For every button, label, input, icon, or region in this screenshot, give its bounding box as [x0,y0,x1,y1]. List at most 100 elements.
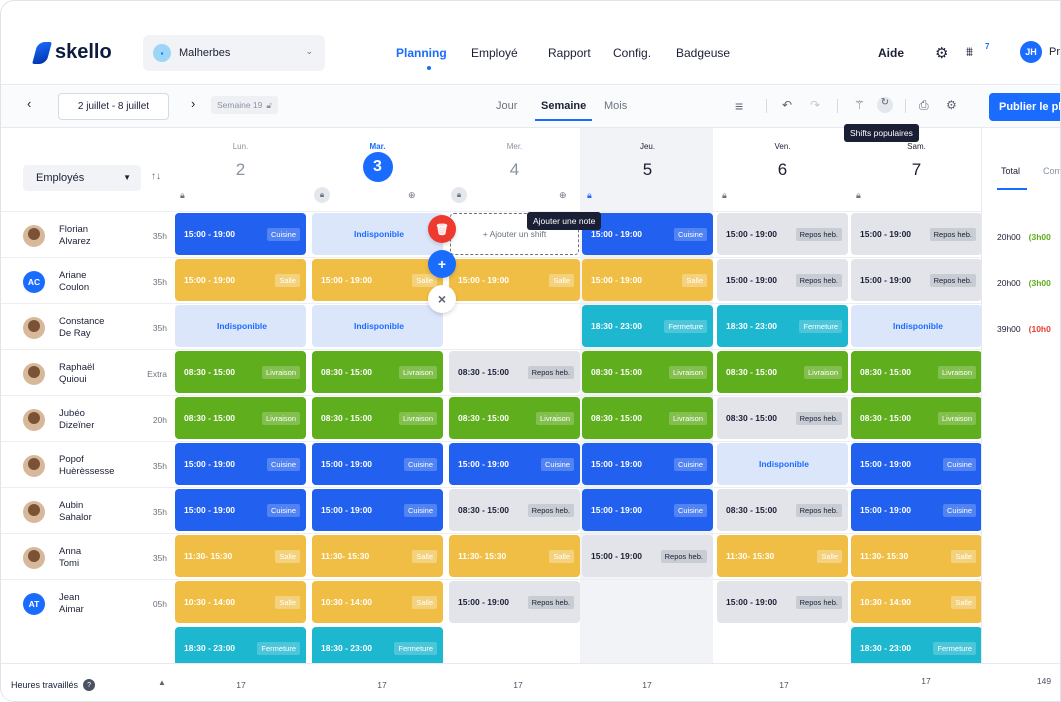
next-week-chevron-icon[interactable]: › [191,96,195,111]
shift-card[interactable]: 15:00 - 19:00 Salle [582,259,713,301]
user-name[interactable]: Pr [1049,46,1060,58]
employee-row[interactable]: Constance De Ray 35h [1,305,173,351]
shift-card[interactable]: 15:00 - 19:00 Cuisine [175,213,306,255]
help-link[interactable]: Aide [878,46,904,60]
employee-row[interactable]: Anna Tomi 35h [1,535,173,581]
shift-card[interactable]: 15:00 - 19:00 Salle [449,259,580,301]
shift-card[interactable]: 10:30 - 14:00 Salle [175,581,306,623]
shift-card[interactable]: 15:00 - 19:00 Cuisine [312,489,443,531]
shift-card[interactable]: 15:00 - 19:00 Repos heb. [851,259,982,301]
shift-card[interactable]: 15:00 - 19:00 Repos heb. [582,535,713,577]
shift-card[interactable]: 08:30 - 15:00 Livraison [717,351,848,393]
shift-card[interactable]: 08:30 - 15:00 Livraison [851,351,982,393]
shift-card[interactable]: 18:30 - 23:00 Fermeture [717,305,848,347]
shift-card[interactable]: 15:00 - 19:00 Cuisine [851,489,982,531]
shift-card[interactable]: 08:30 - 15:00 Livraison [312,397,443,439]
view-semaine[interactable]: Semaine [541,100,586,112]
publish-button[interactable]: Publier le pla [989,93,1060,121]
shift-card[interactable]: 08:30 - 15:00 Repos heb. [449,351,580,393]
shift-card[interactable]: 11:30- 15:30 Salle [312,535,443,577]
employee-row[interactable]: AC Ariane Coulon 35h [1,259,173,305]
undo-icon[interactable]: ↶ [782,98,792,112]
day-lock-icon[interactable]: 🔒︎ [314,187,330,203]
unavailable-cell[interactable]: Indisponible [717,443,848,485]
previous-week-chevron-icon[interactable]: ‹ [27,96,31,111]
print-icon[interactable]: ⎙ [919,98,929,113]
day-lock-icon[interactable]: 🔒︎ [856,190,861,201]
shift-card[interactable]: 10:30 - 14:00 Salle [312,581,443,623]
shift-card[interactable]: 11:30- 15:30 Salle [717,535,848,577]
toolbar-settings-icon[interactable]: ⚙ [946,98,957,112]
shift-card[interactable]: 15:00 - 19:00 Repos heb. [717,259,848,301]
close-icon[interactable]: × [428,285,456,313]
employee-row[interactable]: Aubin Sahalor 35h [1,489,173,535]
view-mois[interactable]: Mois [604,100,627,112]
day-lock-icon[interactable]: 🔒︎ [722,190,727,201]
popular-shifts-icon[interactable]: ↻ [877,97,893,113]
shift-card[interactable]: 08:30 - 15:00 Livraison [851,397,982,439]
tab-com[interactable]: Com [1043,166,1060,176]
view-jour[interactable]: Jour [496,100,517,112]
employee-row[interactable]: Jubéo Dizeïner 20h [1,397,173,443]
employee-row[interactable]: Raphaël Quioui Extra [1,351,173,397]
shift-card[interactable]: 08:30 - 15:00 Livraison [582,397,713,439]
employee-row[interactable]: AT Jean Aimar 05h [1,581,173,627]
employee-row[interactable]: Florian Alvarez 35h [1,213,173,259]
shift-card[interactable]: 08:30 - 15:00 Livraison [449,397,580,439]
shift-card[interactable]: 11:30- 15:30 Salle [175,535,306,577]
notifications-icon[interactable]: ⩩ [966,44,973,60]
shift-card[interactable]: 08:30 - 15:00 Livraison [175,351,306,393]
unavailable-cell[interactable]: Indisponible [312,213,443,255]
shift-card[interactable]: 15:00 - 19:00 Cuisine [312,443,443,485]
shift-card[interactable]: 08:30 - 15:00 Repos heb. [717,489,848,531]
unavailable-cell[interactable]: Indisponible [312,305,443,347]
shift-card[interactable]: 10:30 - 14:00 Salle [851,581,982,623]
filter-icon[interactable]: ≡ [735,98,743,114]
shift-card[interactable]: 15:00 - 19:00 Cuisine [582,489,713,531]
shift-card[interactable]: 08:30 - 15:00 Livraison [582,351,713,393]
day-header[interactable]: Jeu. 5 [582,128,713,208]
shift-card[interactable]: 08:30 - 15:00 Repos heb. [449,489,580,531]
shift-card[interactable]: 15:00 - 19:00 Repos heb. [717,213,848,255]
day-lock-icon[interactable]: 🔒︎ [451,187,467,203]
shift-card[interactable]: 15:00 - 19:00 Cuisine [175,489,306,531]
shift-card[interactable]: 15:00 - 19:00 Cuisine [175,443,306,485]
shift-card[interactable]: 15:00 - 19:00 Salle [175,259,306,301]
shift-card[interactable]: 15:00 - 19:00 Cuisine [582,213,713,255]
nav-config[interactable]: Config. [613,46,651,60]
add-plus-icon[interactable]: + [428,250,456,278]
tab-total[interactable]: Total [1001,166,1020,176]
shift-card[interactable]: 15:00 - 19:00 Repos heb. [851,213,982,255]
day-lock-icon[interactable]: 🔒︎ [587,190,592,201]
add-note-icon[interactable]: ⊕ [559,190,567,201]
shift-card[interactable]: 08:30 - 15:00 Repos heb. [717,397,848,439]
date-range-picker[interactable]: 2 juillet - 8 juillet [58,93,169,120]
shift-card[interactable]: 18:30 - 23:00 Fermeture [582,305,713,347]
nav-planning[interactable]: Planning [396,46,447,60]
help-icon[interactable]: ? [83,679,96,691]
unavailable-cell[interactable]: Indisponible [851,305,982,347]
shift-card[interactable]: 15:00 - 19:00 Salle [312,259,443,301]
nav-rapport[interactable]: Rapport [548,46,591,60]
settings-gear-icon[interactable]: ⚙ [935,44,948,62]
sort-icon[interactable]: ↑↓ [151,171,161,182]
shift-card[interactable]: 15:00 - 19:00 Repos heb. [449,581,580,623]
brand-logo[interactable]: skello [32,41,112,64]
magic-wand-icon[interactable]: ⚚ [854,98,865,112]
nav-badgeuse[interactable]: Badgeuse [676,46,730,60]
venue-selector[interactable]: ▪ Malherbes ⌄ [143,35,325,71]
day-lock-icon[interactable]: 🔒︎ [180,190,185,201]
shift-card[interactable]: 15:00 - 19:00 Cuisine [582,443,713,485]
shift-card[interactable]: 15:00 - 19:00 Cuisine [449,443,580,485]
shift-card[interactable]: 15:00 - 19:00 Cuisine [851,443,982,485]
week-lock-icon[interactable]: 🔓︎ [266,100,272,111]
unavailable-cell[interactable]: Indisponible [175,305,306,347]
add-note-icon[interactable]: ⊕ [408,190,416,201]
shift-card[interactable]: 15:00 - 19:00 Repos heb. [717,581,848,623]
nav-employe[interactable]: Employé [471,46,518,60]
shift-card[interactable]: 11:30- 15:30 Salle [449,535,580,577]
employees-filter-dropdown[interactable]: Employés ▼ [23,165,141,191]
day-header[interactable]: Lun. 2 [175,128,306,208]
day-header[interactable]: Ven. 6 [717,128,848,208]
day-header[interactable]: Mar. 3 [312,128,443,208]
